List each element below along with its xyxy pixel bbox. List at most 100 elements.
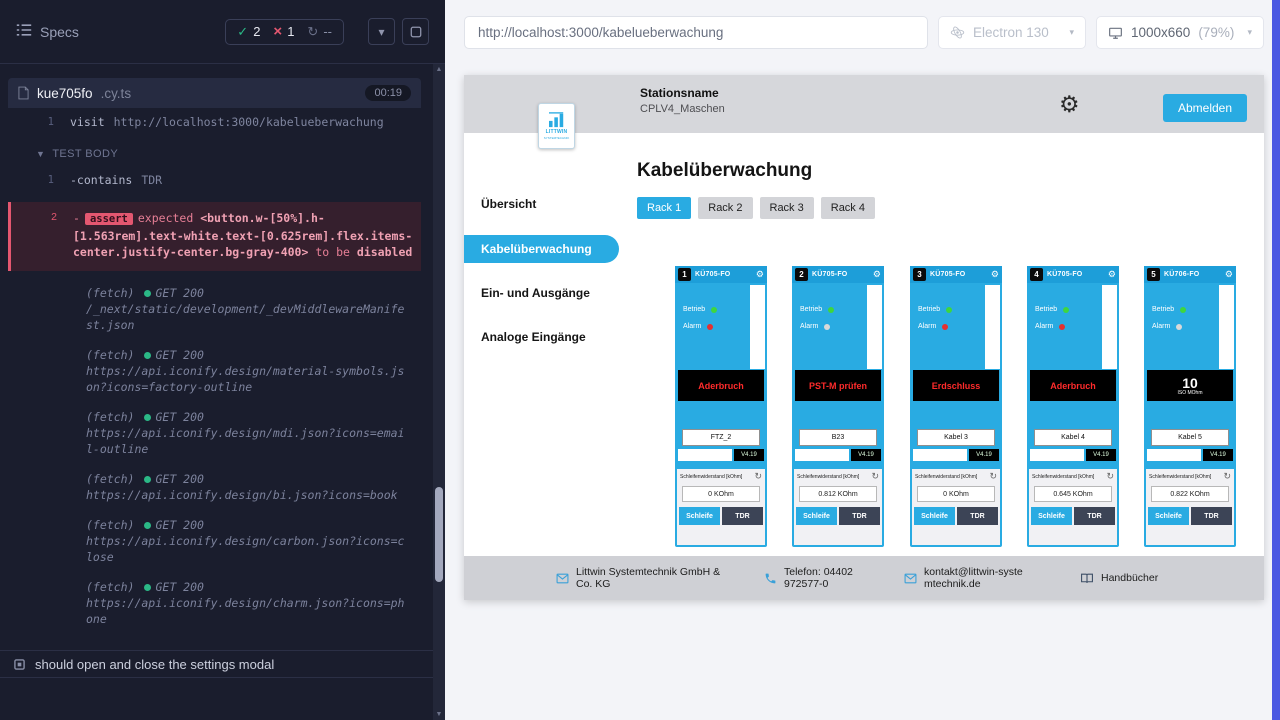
footer-phone: Telefon: 04402 972577-0 [764, 556, 876, 600]
test-stats: ✓2 ×1 ↻-- [225, 19, 344, 45]
tdr-button[interactable]: TDR [1191, 507, 1232, 525]
station-label: Stationsname [640, 86, 725, 100]
refresh-icon[interactable]: ↻ [989, 472, 997, 481]
device-card: 3 KÜ705-FO ⚙ Betrieb Alarm Erdschluss Ka… [910, 266, 1002, 547]
cross-icon: × [273, 25, 282, 38]
spec-extension: .cy.ts [101, 86, 132, 101]
tab-rack-3[interactable]: Rack 3 [760, 197, 814, 219]
device-gear-icon[interactable]: ⚙ [756, 269, 764, 280]
refresh-icon[interactable]: ↻ [1106, 472, 1114, 481]
sidebar-item-uebersicht[interactable]: Übersicht [464, 197, 619, 211]
check-icon: ✓ [237, 24, 248, 40]
logout-button[interactable]: Abmelden [1163, 94, 1247, 122]
spec-timer: 00:19 [365, 85, 411, 101]
sidebar-item-kabelueberwachung[interactable]: Kabelüberwachung [464, 235, 619, 263]
fetch-log-entry: (fetch)GET 200 https://api.iconify.desig… [8, 517, 421, 565]
device-gear-icon[interactable]: ⚙ [873, 269, 881, 280]
schleife-button[interactable]: Schleife [1031, 507, 1072, 525]
settings-gear-icon[interactable]: ⚙ [1059, 91, 1080, 118]
stop-button[interactable] [402, 18, 429, 45]
chevron-down-icon: ▾ [378, 25, 384, 39]
schleife-button[interactable]: Schleife [679, 507, 720, 525]
tdr-button[interactable]: TDR [1074, 507, 1115, 525]
tdr-button[interactable]: TDR [722, 507, 763, 525]
betrieb-led [1063, 307, 1069, 313]
cable-name: Kabel 4 [1034, 429, 1112, 446]
logo-text: LITTWIN [546, 129, 568, 135]
assertion-message: -assertexpected <button.w-[50%].h-[1.563… [73, 210, 413, 261]
browser-selector[interactable]: Electron 130 ▾ [938, 16, 1086, 49]
status-display: Aderbruch [678, 370, 764, 401]
refresh-icon[interactable]: ↻ [1223, 472, 1231, 481]
rack-tabs: Rack 1 Rack 2 Rack 3 Rack 4 [637, 197, 875, 219]
viewport-selector[interactable]: 1000x660 (79%) ▾ [1096, 16, 1264, 49]
right-edge-scrollbar[interactable] [1272, 0, 1280, 720]
sidebar-item-ein-und-ausgaenge[interactable]: Ein- und Ausgänge [464, 286, 619, 300]
sidebar-item-analoge-eingaenge[interactable]: Analoge Eingänge [464, 330, 619, 344]
alarm-led [1176, 324, 1182, 330]
device-card-header: 5 KÜ706-FO ⚙ [1144, 266, 1236, 283]
resistance-value: 0 KOhm [917, 486, 995, 502]
app-footer: Littwin Systemtechnik GmbH & Co. KG Tele… [464, 556, 1264, 600]
logo-subtext: SYSTEMTECHNIK [544, 136, 570, 140]
device-gear-icon[interactable]: ⚙ [1108, 269, 1116, 280]
command-visit[interactable]: 1 visit http://localhost:3000/kabelueber… [8, 114, 421, 130]
status-display: Aderbruch [1030, 370, 1116, 401]
logo-crane-icon [547, 112, 567, 128]
cable-name: Kabel 3 [917, 429, 995, 446]
refresh-icon: ↻ [307, 24, 318, 40]
firmware-version: V4.19 [969, 449, 999, 461]
monitor-icon [1108, 26, 1123, 40]
file-icon [18, 86, 29, 100]
resistance-value: 0.822 KOhm [1151, 486, 1229, 502]
next-test-row[interactable]: should open and close the settings modal [0, 650, 433, 678]
tdr-button[interactable]: TDR [839, 507, 880, 525]
device-card: 1 KÜ705-FO ⚙ Betrieb Alarm Aderbruch FTZ… [675, 266, 767, 547]
device-gear-icon[interactable]: ⚙ [1225, 269, 1233, 280]
status-display: Erdschluss [913, 370, 999, 401]
gauge-strip [1219, 285, 1234, 369]
aut-area: Electron 130 ▾ 1000x660 (79%) ▾ Stations… [445, 0, 1272, 720]
reporter-scrollbar[interactable]: ▲ ▼ [433, 64, 445, 720]
device-gear-icon[interactable]: ⚙ [991, 269, 999, 280]
schleife-button[interactable]: Schleife [796, 507, 837, 525]
measurement-panel: Schleifenwiderstand [kOhm]↻ 0.822 KOhm S… [1146, 469, 1234, 545]
book-icon [1080, 572, 1094, 585]
display-strip [678, 449, 732, 461]
tab-rack-2[interactable]: Rack 2 [698, 197, 752, 219]
viewport-size: 1000x660 [1131, 25, 1190, 40]
betrieb-led [1180, 307, 1186, 313]
mail-icon [904, 572, 917, 585]
specs-nav[interactable]: Specs [16, 23, 79, 40]
display-strip [1030, 449, 1084, 461]
footer-manuals-link[interactable]: Handbücher [1080, 556, 1158, 600]
footer-email: kontakt@littwin-systemtechnik.de [904, 556, 1024, 600]
spec-header[interactable]: kue705fo.cy.ts 00:19 [8, 78, 421, 108]
resistance-value: 0.645 KOhm [1034, 486, 1112, 502]
tab-rack-4[interactable]: Rack 4 [821, 197, 875, 219]
scrollbar-thumb[interactable] [435, 487, 443, 582]
mail-icon [556, 572, 569, 585]
device-model: KÜ705-FO [1047, 271, 1104, 278]
betrieb-led [711, 307, 717, 313]
url-input[interactable] [464, 16, 928, 49]
refresh-icon[interactable]: ↻ [871, 472, 879, 481]
schleife-button[interactable]: Schleife [914, 507, 955, 525]
command-contains[interactable]: 1 -contains TDR [8, 172, 421, 188]
device-number-badge: 5 [1147, 268, 1160, 281]
measurement-panel: Schleifenwiderstand [kOhm]↻ 0 KOhm Schle… [912, 469, 1000, 545]
scroll-up-icon[interactable]: ▲ [433, 66, 445, 73]
schleife-button[interactable]: Schleife [1148, 507, 1189, 525]
test-body-section[interactable]: ▼ TEST BODY [8, 148, 421, 160]
collapse-button[interactable]: ▾ [368, 18, 395, 45]
fetch-log-entry: (fetch)GET 200 /_next/static/development… [8, 285, 421, 333]
chevron-down-icon: ▼ [36, 149, 45, 159]
app-header: Stationsname CPLV4_Maschen ⚙ Abmelden [464, 75, 1264, 133]
tdr-button[interactable]: TDR [957, 507, 998, 525]
failed-assertion[interactable]: 2 -assertexpected <button.w-[50%].h-[1.5… [8, 202, 421, 271]
scroll-down-icon[interactable]: ▼ [433, 711, 445, 718]
tab-rack-1[interactable]: Rack 1 [637, 197, 691, 219]
refresh-icon[interactable]: ↻ [754, 472, 762, 481]
stat-passed: ✓2 [237, 24, 260, 40]
resistance-value: 0 KOhm [682, 486, 760, 502]
